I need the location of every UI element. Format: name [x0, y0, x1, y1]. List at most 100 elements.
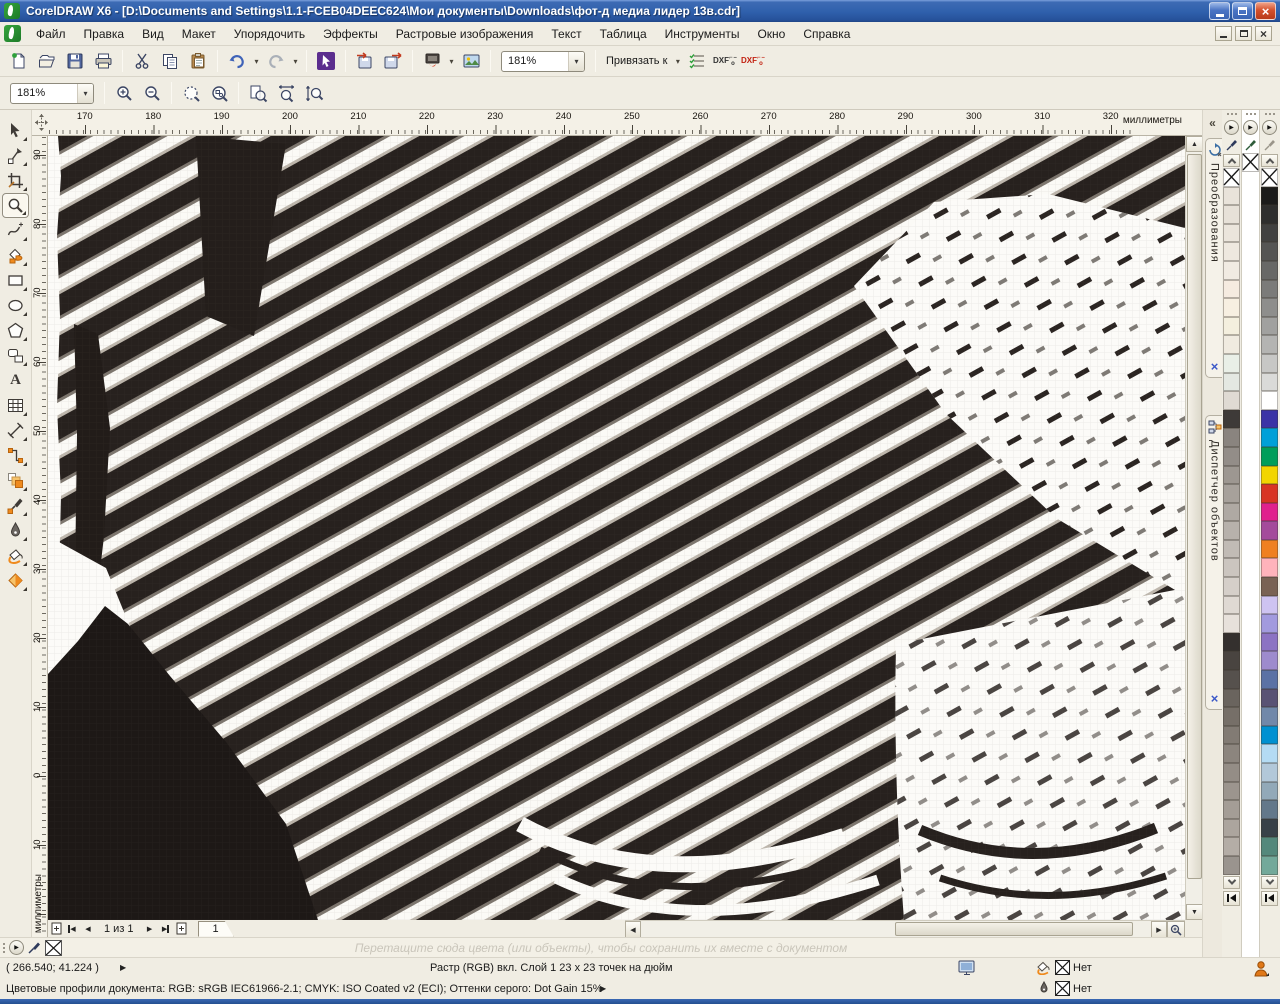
- menu-item[interactable]: Макет: [173, 24, 225, 44]
- palette-flyout-button[interactable]: ▶: [1224, 120, 1239, 135]
- color-swatch[interactable]: [1223, 317, 1240, 336]
- palette-flyout-button[interactable]: ▶: [1262, 120, 1277, 135]
- snap-to-label[interactable]: Привязать к: [602, 55, 671, 67]
- redo-dropdown-caret[interactable]: ▾: [291, 57, 300, 66]
- color-swatch[interactable]: [1223, 726, 1240, 745]
- zoom-levels-caret[interactable]: ▾: [77, 84, 93, 103]
- color-swatch[interactable]: [1261, 205, 1278, 224]
- no-color-swatch[interactable]: [1242, 153, 1259, 172]
- color-swatch[interactable]: [1261, 428, 1278, 447]
- last-page-button[interactable]: ▶: [158, 921, 174, 936]
- doc-minimize-button[interactable]: [1215, 26, 1232, 41]
- table-tool[interactable]: [2, 393, 29, 418]
- color-swatch[interactable]: [1223, 335, 1240, 354]
- color-swatch[interactable]: [1223, 391, 1240, 410]
- color-swatch[interactable]: [1261, 280, 1278, 299]
- user-account-icon[interactable]: [1252, 960, 1270, 980]
- fill-tool[interactable]: [2, 543, 29, 568]
- color-swatch[interactable]: [1261, 503, 1278, 522]
- add-page-button-2[interactable]: [174, 921, 190, 936]
- color-swatch[interactable]: [1223, 447, 1240, 466]
- color-swatch[interactable]: [1261, 670, 1278, 689]
- color-swatch[interactable]: [1261, 856, 1278, 875]
- color-swatch[interactable]: [1261, 782, 1278, 801]
- export-button[interactable]: [380, 49, 406, 73]
- scroll-right-button[interactable]: ▶: [1151, 921, 1167, 938]
- zoom-to-all-objects-button[interactable]: [206, 81, 232, 105]
- zoom-level-combo[interactable]: 181% ▾: [501, 51, 585, 72]
- menu-item[interactable]: Вид: [133, 24, 173, 44]
- color-swatch[interactable]: [1261, 633, 1278, 652]
- scroll-down-button[interactable]: ▼: [1186, 904, 1203, 920]
- snap-to-caret[interactable]: ▾: [673, 57, 682, 66]
- open-button[interactable]: [34, 49, 60, 73]
- color-swatch[interactable]: [1261, 242, 1278, 261]
- color-swatch[interactable]: [1223, 410, 1240, 429]
- connector-tool[interactable]: [2, 443, 29, 468]
- menu-item[interactable]: Окно: [748, 24, 794, 44]
- color-swatch[interactable]: [1223, 354, 1240, 373]
- color-swatch[interactable]: [1261, 521, 1278, 540]
- crop-tool[interactable]: [2, 168, 29, 193]
- dimension-tool[interactable]: [2, 418, 29, 443]
- ellipse-tool[interactable]: [2, 293, 29, 318]
- doc-close-button[interactable]: ×: [1255, 26, 1272, 41]
- color-swatch[interactable]: [1223, 707, 1240, 726]
- color-swatch[interactable]: [1223, 540, 1240, 559]
- horizontal-ruler[interactable]: 1701801902002102202302402502602702802903…: [32, 110, 1202, 136]
- color-swatch[interactable]: [1223, 205, 1240, 224]
- export-dxf-button[interactable]: DXF⌐–o: [712, 49, 738, 73]
- zoom-tool[interactable]: [2, 193, 29, 218]
- menu-item[interactable]: Справка: [794, 24, 859, 44]
- color-swatch[interactable]: [1261, 447, 1278, 466]
- palette-scroll-up-button[interactable]: [1261, 154, 1278, 167]
- menu-item[interactable]: Таблица: [591, 24, 656, 44]
- restore-button[interactable]: [1232, 2, 1253, 20]
- color-swatch[interactable]: [1223, 651, 1240, 670]
- welcome-screen-button[interactable]: [458, 49, 484, 73]
- palette-eyedropper-icon[interactable]: [1264, 137, 1276, 153]
- color-swatch[interactable]: [1261, 187, 1278, 206]
- zoom-levels-combo[interactable]: 181% ▾: [10, 83, 94, 104]
- color-swatch[interactable]: [1261, 261, 1278, 280]
- color-swatch[interactable]: [1223, 558, 1240, 577]
- rectangle-tool[interactable]: [2, 268, 29, 293]
- menu-item[interactable]: Эффекты: [314, 24, 387, 44]
- color-swatch[interactable]: [1223, 224, 1240, 243]
- color-swatch[interactable]: [1261, 317, 1278, 336]
- color-swatch[interactable]: [1223, 596, 1240, 615]
- color-swatch[interactable]: [1223, 521, 1240, 540]
- zoom-out-button[interactable]: [139, 81, 165, 105]
- color-swatch[interactable]: [1261, 410, 1278, 429]
- horizontal-scrollbar[interactable]: ◀ ▶: [625, 920, 1185, 937]
- color-swatch[interactable]: [1223, 261, 1240, 280]
- palette-scroll-down-button[interactable]: [1223, 876, 1240, 889]
- palette-flyout-button[interactable]: ▶: [1243, 120, 1258, 135]
- page-tab[interactable]: 1: [198, 921, 234, 937]
- pick-tool[interactable]: [2, 118, 29, 143]
- palette-expand-button[interactable]: [1261, 891, 1278, 906]
- color-swatch[interactable]: [1223, 242, 1240, 261]
- color-swatch[interactable]: [1223, 856, 1240, 875]
- palette-drag-handle[interactable]: [1246, 110, 1256, 118]
- palette-eyedropper-icon[interactable]: [1245, 137, 1257, 153]
- palette-drag-handle[interactable]: [1265, 110, 1275, 118]
- color-swatch[interactable]: [1223, 782, 1240, 801]
- menu-item[interactable]: Файл: [27, 24, 75, 44]
- vertical-scroll-thumb[interactable]: [1187, 154, 1202, 879]
- color-swatch[interactable]: [1261, 577, 1278, 596]
- docker-tab-transformations[interactable]: Преобразования ×: [1205, 138, 1223, 378]
- launcher-dropdown-caret[interactable]: ▾: [447, 57, 456, 66]
- application-launcher-button[interactable]: [419, 49, 445, 73]
- palette-drag-handle[interactable]: [3, 943, 5, 953]
- color-swatch[interactable]: [1261, 614, 1278, 633]
- menu-item[interactable]: Правка: [75, 24, 134, 44]
- interactive-fill-tool[interactable]: [2, 568, 29, 593]
- menu-item[interactable]: Текст: [542, 24, 590, 44]
- color-swatch[interactable]: [1223, 633, 1240, 652]
- palette-eyedropper-icon[interactable]: [28, 940, 41, 956]
- color-swatch[interactable]: [1223, 614, 1240, 633]
- color-swatch[interactable]: [1261, 558, 1278, 577]
- color-swatch[interactable]: [1261, 596, 1278, 615]
- menu-item[interactable]: Инструменты: [656, 24, 749, 44]
